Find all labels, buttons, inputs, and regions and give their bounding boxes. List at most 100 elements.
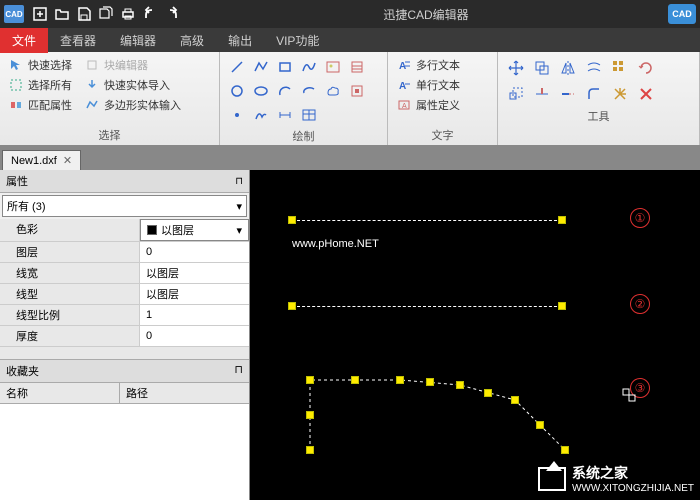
ribbon: 快速选择 选择所有 匹配属性 块编辑器 快速实体导入 多边形实体输入 选择	[0, 52, 700, 146]
attrdef-icon: A	[396, 97, 412, 113]
save-button[interactable]	[74, 4, 94, 24]
table-tool-icon[interactable]	[298, 104, 320, 126]
grip-handle[interactable]	[484, 389, 492, 397]
ellipse-arc-icon[interactable]	[298, 80, 320, 102]
prop-row-thickness[interactable]: 厚度0	[0, 326, 249, 347]
app-icon: CAD	[4, 5, 24, 23]
rect-tool-icon[interactable]	[274, 56, 296, 78]
print-button[interactable]	[118, 4, 138, 24]
polyline-tool-icon[interactable]	[250, 56, 272, 78]
line-tool-icon[interactable]	[226, 56, 248, 78]
tab-output[interactable]: 输出	[216, 28, 264, 53]
save-all-button[interactable]	[96, 4, 116, 24]
col-name[interactable]: 名称	[0, 383, 120, 403]
explode-tool-icon[interactable]	[608, 82, 632, 106]
drawing-canvas[interactable]: ① www.pHome.NET ② ③ 系统之家 WWW.XITONGZHIJI…	[250, 170, 700, 500]
hatch-tool-icon[interactable]	[346, 56, 368, 78]
cloud-tool-icon[interactable]	[322, 80, 344, 102]
ribbon-group-text: A多行文本 A单行文本 A属性定义 文字	[388, 52, 498, 145]
fillet-tool-icon[interactable]	[582, 82, 606, 106]
prop-row-color[interactable]: 色彩 以图层▾	[0, 219, 249, 242]
text-button[interactable]: A单行文本	[394, 76, 491, 94]
attrdef-button[interactable]: A属性定义	[394, 96, 491, 114]
spline-tool-icon[interactable]	[298, 56, 320, 78]
copy-tool-icon[interactable]	[530, 56, 554, 80]
document-tab-label: New1.dxf	[11, 155, 57, 167]
favorites-columns: 名称 路径	[0, 383, 249, 404]
col-path[interactable]: 路径	[120, 383, 154, 403]
trim-tool-icon[interactable]	[530, 82, 554, 106]
close-tab-icon[interactable]: ✕	[63, 154, 72, 167]
grip-handle[interactable]	[306, 446, 314, 454]
properties-table: 色彩 以图层▾ 图层0 线宽以图层 线型以图层 线型比例1 厚度0	[0, 219, 249, 347]
mtext-button[interactable]: A多行文本	[394, 56, 491, 74]
text-icon: A	[396, 77, 412, 93]
image-tool-icon[interactable]	[322, 56, 344, 78]
workspace: 属性 ⊓ 所有 (3) ▾ 色彩 以图层▾ 图层0 线宽以图层 线型以图层 线型…	[0, 170, 700, 500]
block-icon	[84, 57, 100, 73]
grip-handle[interactable]	[306, 411, 314, 419]
color-swatch-icon	[147, 225, 157, 235]
tab-editor[interactable]: 编辑器	[108, 28, 168, 53]
title-bar: CAD 迅捷CAD编辑器 CAD	[0, 0, 700, 28]
ribbon-label-text: 文字	[394, 127, 491, 143]
ribbon-label-select: 选择	[6, 127, 213, 143]
pin-icon[interactable]: ⊓	[235, 176, 243, 187]
grip-handle[interactable]	[536, 421, 544, 429]
filter-dropdown[interactable]: 所有 (3) ▾	[2, 195, 247, 217]
grip-handle[interactable]	[561, 446, 569, 454]
undo-button[interactable]	[140, 4, 160, 24]
select-all-button[interactable]: 选择所有	[6, 76, 74, 94]
point-tool-icon[interactable]	[226, 104, 248, 126]
chevron-down-icon[interactable]: ▾	[236, 224, 242, 237]
redo-button[interactable]	[162, 4, 182, 24]
ribbon-group-select: 快速选择 选择所有 匹配属性 块编辑器 快速实体导入 多边形实体输入 选择	[0, 52, 220, 145]
grip-handle[interactable]	[396, 376, 404, 384]
quick-select-button[interactable]: 快速选择	[6, 56, 74, 74]
array-tool-icon[interactable]	[608, 56, 632, 80]
selected-polyline[interactable]	[250, 170, 700, 500]
ellipse-tool-icon[interactable]	[250, 80, 272, 102]
watermark-logo-icon	[538, 467, 566, 491]
svg-text:A: A	[399, 81, 406, 92]
scale-tool-icon[interactable]	[504, 82, 528, 106]
select-all-icon	[8, 77, 24, 93]
prop-row-ltscale[interactable]: 线型比例1	[0, 305, 249, 326]
polyline-entity-input-button[interactable]: 多边形实体输入	[82, 96, 183, 114]
ribbon-group-tools: 工具	[498, 52, 700, 145]
mirror-tool-icon[interactable]	[556, 56, 580, 80]
open-button[interactable]	[52, 4, 72, 24]
grip-handle[interactable]	[426, 378, 434, 386]
grip-handle[interactable]	[306, 376, 314, 384]
prop-row-linetype[interactable]: 线型以图层	[0, 284, 249, 305]
prop-row-layer[interactable]: 图层0	[0, 242, 249, 263]
match-icon	[8, 97, 24, 113]
grip-handle[interactable]	[456, 381, 464, 389]
offset-tool-icon[interactable]	[582, 56, 606, 80]
grip-handle[interactable]	[351, 376, 359, 384]
sketch-tool-icon[interactable]	[250, 104, 272, 126]
pin-icon[interactable]: ⊓	[234, 363, 243, 379]
block-editor-button: 块编辑器	[82, 56, 183, 74]
rotate-tool-icon[interactable]	[634, 56, 658, 80]
new-button[interactable]	[30, 4, 50, 24]
delete-tool-icon[interactable]	[634, 82, 658, 106]
cursor-icon	[622, 388, 638, 404]
match-props-button[interactable]: 匹配属性	[6, 96, 74, 114]
tab-advanced[interactable]: 高级	[168, 28, 216, 53]
block-tool-icon[interactable]	[346, 80, 368, 102]
grip-handle[interactable]	[511, 396, 519, 404]
extend-tool-icon[interactable]	[556, 82, 580, 106]
arc-tool-icon[interactable]	[274, 80, 296, 102]
document-tabs: New1.dxf ✕	[0, 146, 700, 170]
prop-row-lineweight[interactable]: 线宽以图层	[0, 263, 249, 284]
quick-entity-import-button[interactable]: 快速实体导入	[82, 76, 183, 94]
tab-viewer[interactable]: 查看器	[48, 28, 108, 53]
favorites-header: 收藏夹 ⊓	[0, 359, 249, 383]
document-tab[interactable]: New1.dxf ✕	[2, 150, 81, 170]
move-tool-icon[interactable]	[504, 56, 528, 80]
dimension-tool-icon[interactable]	[274, 104, 296, 126]
tab-file[interactable]: 文件	[0, 28, 48, 53]
tab-vip[interactable]: VIP功能	[264, 28, 331, 53]
circle-tool-icon[interactable]	[226, 80, 248, 102]
